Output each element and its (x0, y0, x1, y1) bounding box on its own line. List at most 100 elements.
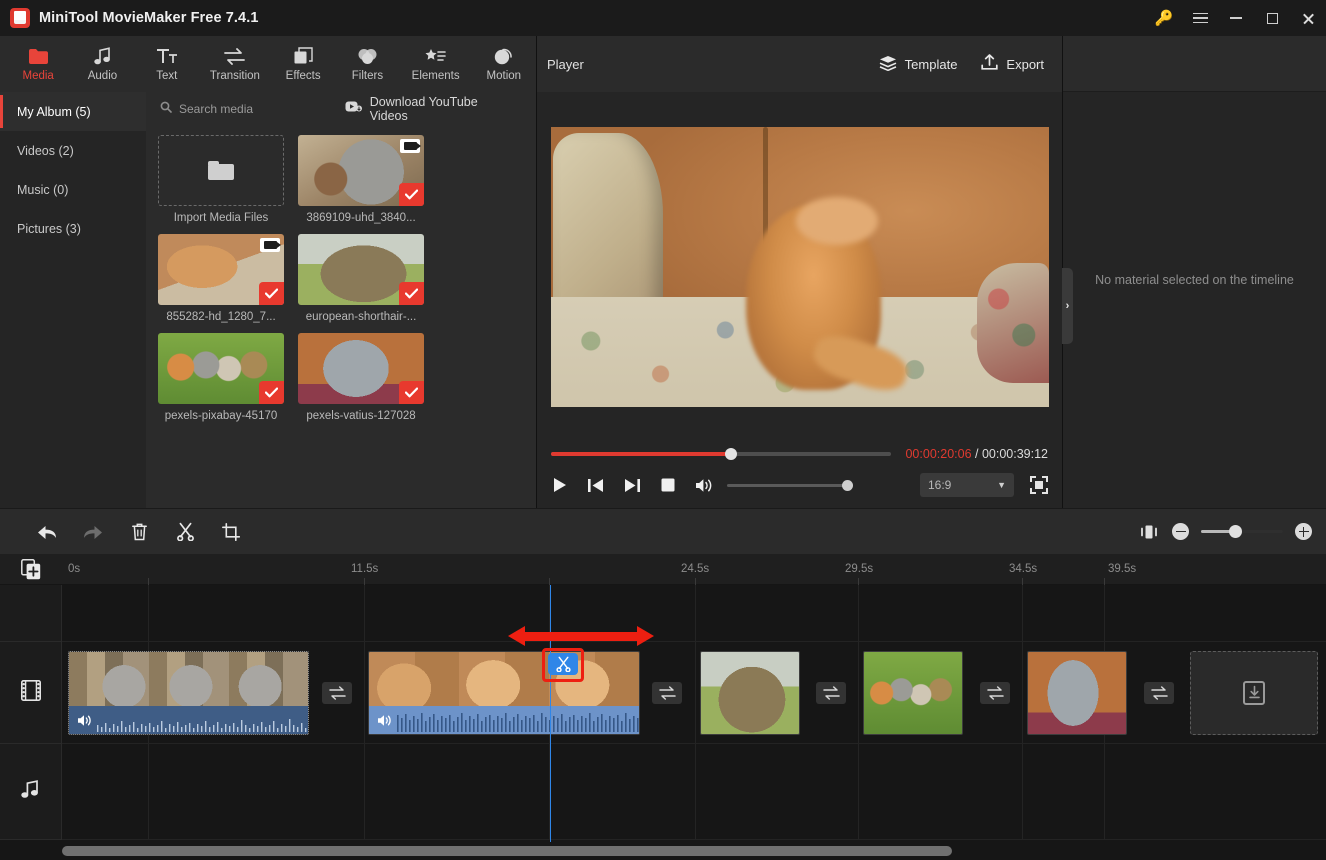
track-body-video[interactable] (62, 642, 1326, 744)
transition-slot[interactable] (322, 682, 352, 704)
time-separator: / (971, 447, 982, 461)
ribbon-tab-effects[interactable]: Effects (271, 36, 335, 92)
ribbon-tabs: Media Audio Text Transition Effects Filt… (0, 36, 536, 92)
import-dropzone[interactable] (158, 135, 284, 206)
ribbon-tab-media[interactable]: Media (6, 36, 70, 92)
key-icon[interactable]: 🔑 (1146, 0, 1182, 36)
media-thumbnail[interactable] (158, 234, 284, 305)
category-videos[interactable]: Videos (2) (0, 131, 146, 170)
media-thumbnail[interactable] (298, 234, 424, 305)
export-label: Export (1006, 56, 1044, 72)
scissors-icon[interactable] (162, 517, 208, 547)
ribbon-tab-elements[interactable]: Elements (400, 36, 472, 92)
timeline-dropzone[interactable] (1190, 651, 1318, 735)
clip-audio-strip (369, 706, 639, 734)
transition-slot[interactable] (980, 682, 1010, 704)
category-label: My Album (5) (17, 104, 91, 119)
media-thumbnail[interactable] (298, 135, 424, 206)
transition-slot[interactable] (652, 682, 682, 704)
selected-check-icon[interactable] (259, 381, 284, 404)
zoom-out-icon[interactable] (1172, 523, 1189, 540)
template-button[interactable]: Template (879, 55, 957, 74)
folder-icon (208, 160, 234, 181)
media-thumbnail[interactable] (158, 333, 284, 404)
ruler-tick: 29.5s (845, 562, 874, 575)
category-pictures[interactable]: Pictures (3) (0, 209, 146, 248)
transition-slot[interactable] (816, 682, 846, 704)
zoom-in-icon[interactable] (1295, 523, 1312, 540)
timeline-clip-image-1[interactable] (700, 651, 800, 735)
media-item[interactable]: pexels-vatius-127028 (298, 333, 424, 422)
timeline-row-overlay (0, 585, 1326, 642)
timeline-scrollbar-thumb[interactable] (62, 846, 952, 856)
ribbon-tab-transition[interactable]: Transition (199, 36, 271, 92)
skip-previous-icon[interactable] (587, 476, 605, 494)
chevron-right-icon[interactable]: › (1062, 268, 1073, 344)
search-input[interactable]: Search media (146, 101, 345, 116)
media-item[interactable]: 3869109-uhd_3840... (298, 135, 424, 224)
zoom-slider[interactable] (1201, 525, 1283, 538)
fit-to-window-icon[interactable] (1138, 521, 1160, 543)
zoom-knob[interactable] (1229, 525, 1243, 538)
player-progress-row: 00:00:20:06 / 00:00:39:12 (537, 446, 1062, 462)
ribbon-label: Media (22, 70, 54, 82)
ribbon-label: Transition (209, 70, 260, 82)
speaker-icon[interactable] (377, 714, 392, 727)
maximize-icon[interactable] (1254, 0, 1290, 36)
category-music[interactable]: Music (0) (0, 170, 146, 209)
media-item[interactable]: 855282-hd_1280_7... (158, 234, 284, 323)
ribbon-tab-audio[interactable]: Audio (70, 36, 134, 92)
selected-check-icon[interactable] (259, 282, 284, 305)
timeline-scrollbar[interactable] (0, 842, 1326, 860)
add-track-icon[interactable] (0, 554, 62, 585)
timeline-clip-video-1[interactable] (68, 651, 309, 735)
media-thumbnail[interactable] (298, 333, 424, 404)
category-my-album[interactable]: My Album (5) (0, 92, 146, 131)
media-item[interactable]: pexels-pixabay-45170 (158, 333, 284, 422)
export-button[interactable]: Export (981, 54, 1044, 74)
speaker-icon[interactable] (77, 714, 92, 727)
stop-icon[interactable] (659, 476, 677, 494)
drop-here-icon (1243, 681, 1265, 705)
timeline-clip-image-3[interactable] (1027, 651, 1127, 735)
fullscreen-icon[interactable] (1030, 476, 1048, 494)
volume-knob[interactable] (842, 479, 853, 491)
properties-empty-message: No material selected on the timeline (1095, 273, 1294, 287)
play-icon[interactable] (551, 476, 569, 494)
download-youtube-button[interactable]: Download YouTube Videos (345, 95, 518, 123)
timeline-clip-image-2[interactable] (863, 651, 963, 735)
track-header-video[interactable] (0, 642, 62, 744)
aspect-ratio-select[interactable]: 16:9 ▼ (920, 473, 1014, 497)
trash-icon[interactable] (116, 517, 162, 547)
import-media-tile[interactable]: Import Media Files (158, 135, 284, 224)
media-item[interactable]: european-shorthair-... (298, 234, 424, 323)
transition-slot[interactable] (1144, 682, 1174, 704)
ribbon-tab-motion[interactable]: Motion (472, 36, 536, 92)
video-preview[interactable] (550, 127, 1049, 407)
close-icon[interactable] (1290, 0, 1326, 36)
track-body-overlay[interactable] (62, 585, 1326, 642)
ribbon-tab-text[interactable]: Text (135, 36, 199, 92)
clip-split-button[interactable] (548, 653, 578, 675)
progress-knob[interactable] (725, 448, 738, 460)
track-body-audio[interactable] (62, 744, 1326, 840)
selected-check-icon[interactable] (399, 282, 424, 305)
undo-icon[interactable] (24, 517, 70, 547)
ribbon-tab-filters[interactable]: Filters (335, 36, 399, 92)
skip-next-icon[interactable] (623, 476, 641, 494)
speaker-icon[interactable] (695, 476, 713, 494)
redo-icon[interactable] (70, 517, 116, 547)
volume-slider[interactable] (727, 479, 853, 491)
selected-check-icon[interactable] (399, 381, 424, 404)
folder-icon (28, 46, 48, 66)
ribbon-label: Motion (486, 70, 522, 82)
minimize-icon[interactable] (1218, 0, 1254, 36)
crop-icon[interactable] (208, 517, 254, 547)
media-toolbar: Search media Download YouTube Videos (146, 92, 536, 125)
hamburger-menu-icon[interactable] (1182, 0, 1218, 36)
timeline-clip-video-2[interactable] (368, 651, 640, 735)
track-header-audio[interactable] (0, 744, 62, 840)
ruler-ticks[interactable]: 0s 11.5s 24.5s 29.5s 34.5s 39.5s (62, 554, 1326, 585)
player-progress-slider[interactable] (551, 448, 892, 460)
selected-check-icon[interactable] (399, 183, 424, 206)
